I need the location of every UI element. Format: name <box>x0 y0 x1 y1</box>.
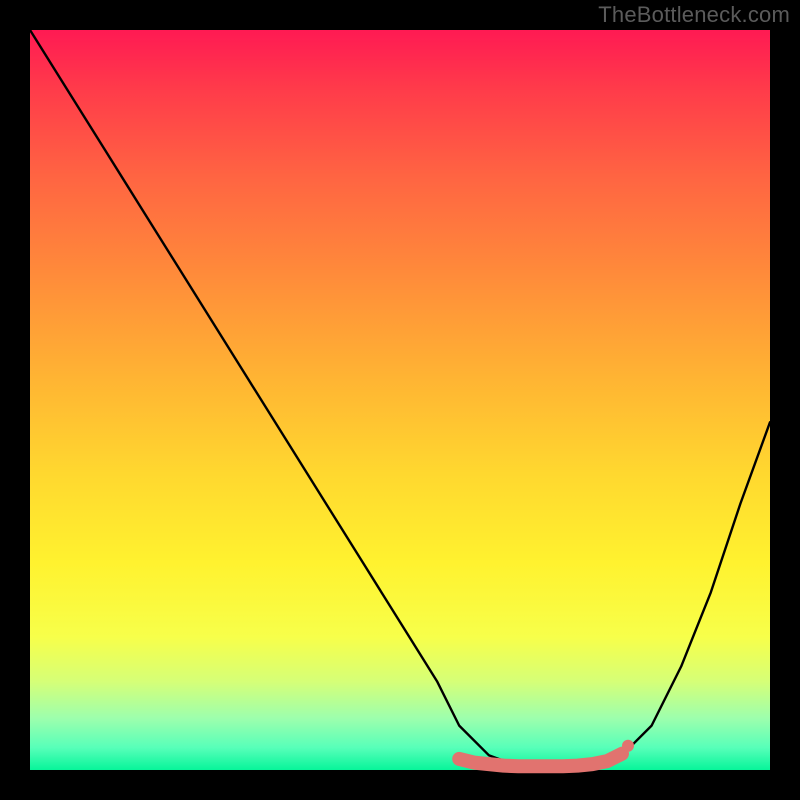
plot-area <box>30 30 770 770</box>
chart-frame: TheBottleneck.com <box>0 0 800 800</box>
highlight-band-stroke <box>459 754 622 767</box>
highlight-dot <box>622 740 634 752</box>
watermark-text: TheBottleneck.com <box>598 2 790 28</box>
bottleneck-curve <box>30 30 770 770</box>
curve-layer <box>30 30 770 770</box>
